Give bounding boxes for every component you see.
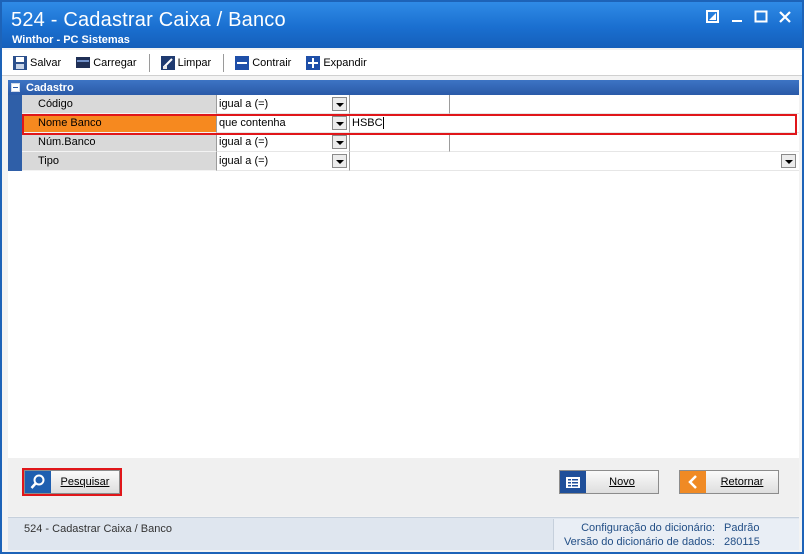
window-subtitle: Winthor - PC Sistemas [12,34,130,46]
new-label: Novo [609,476,635,488]
new-button[interactable]: Novo [559,470,659,494]
config-label: Configuração do dicionário: [581,522,715,534]
title-bar: 524 - Cadastrar Caixa / Banco Winthor - … [2,2,802,48]
status-bar: 524 - Cadastrar Caixa / Banco Configuraç… [8,517,799,550]
toolbar-separator [148,53,150,72]
chevron-down-icon[interactable] [332,135,347,149]
search-label: Pesquisar [60,476,110,488]
operator-select[interactable]: igual a (=) [216,152,349,171]
chevron-down-icon[interactable] [332,97,347,111]
row-gutter [8,114,22,133]
collapse-button[interactable]: Contrair [232,52,293,74]
save-icon [12,55,28,71]
close-icon[interactable] [776,10,794,26]
toolbar: Salvar Carregar Limpar Contrair Expandir [2,50,802,76]
app-window: 524 - Cadastrar Caixa / Banco Winthor - … [0,0,804,554]
status-left-text: 524 - Cadastrar Caixa / Banco [24,523,172,535]
chevron-down-icon[interactable] [781,154,796,168]
expand-button[interactable]: Expandir [303,52,368,74]
button-bar: Pesquisar Novo Retornar [8,458,799,516]
operator-value: que contenha [219,117,286,129]
operator-select[interactable]: igual a (=) [216,133,349,152]
filter-row-tipo: Tipo igual a (=) [8,152,799,171]
operator-value: igual a (=) [219,136,269,148]
search-button[interactable]: Pesquisar [24,470,120,494]
value-select[interactable] [349,152,799,171]
value-input[interactable]: HSBC [349,114,799,133]
filter-row-codigo: Código igual a (=) [8,95,799,114]
expand-label: Expandir [323,56,367,69]
row-gutter [8,133,22,152]
minimize-icon[interactable] [728,10,746,26]
config-value: Padrão [724,522,760,534]
category-title: Cadastro [26,81,74,94]
new-record-icon [560,471,586,493]
expand-icon [305,55,321,71]
maximize-icon[interactable] [752,10,770,26]
status-right-panel: Configuração do dicionário: Padrão Versã… [553,519,799,550]
window-title: 524 - Cadastrar Caixa / Banco [11,9,286,31]
save-button[interactable]: Salvar [10,52,63,74]
operator-value: igual a (=) [219,155,269,167]
clear-label: Limpar [177,56,212,69]
field-label: Tipo [22,152,216,171]
clear-icon [160,55,176,71]
operator-select[interactable]: que contenha [216,114,349,133]
back-button[interactable]: Retornar [679,470,779,494]
version-value: 280115 [724,536,760,548]
grid-empty-area [8,173,799,458]
load-button[interactable]: Carregar [73,52,138,74]
back-arrow-icon [680,471,706,493]
toolbar-separator [223,53,225,72]
field-label: Núm.Banco [22,133,216,152]
load-icon [75,55,91,71]
row-gutter [8,95,22,114]
search-icon [25,471,51,493]
restore-icon[interactable] [704,10,722,26]
value-input[interactable] [349,95,449,114]
filter-row-num-banco: Núm.Banco igual a (=) [8,133,799,152]
text-cursor [382,117,384,130]
field-label: Código [22,95,216,114]
load-label: Carregar [93,56,137,69]
chevron-down-icon[interactable] [332,154,347,168]
back-label: Retornar [720,476,764,488]
version-label: Versão do dicionário de dados: [563,536,715,548]
value-text: HSBC [352,117,383,129]
value-input-secondary[interactable] [449,95,799,114]
save-label: Salvar [30,56,62,69]
collapse-category-icon[interactable] [11,83,20,92]
filter-row-nome-banco: Nome Banco que contenha HSBC [8,114,799,133]
operator-select[interactable]: igual a (=) [216,95,349,114]
operator-value: igual a (=) [219,98,269,110]
field-label: Nome Banco [22,114,216,133]
category-header[interactable]: Cadastro [8,80,799,95]
row-gutter [8,152,22,171]
window-controls [704,10,794,26]
chevron-down-icon[interactable] [332,116,347,130]
filter-grid: Cadastro Código igual a (=) Nome Banco q… [8,80,799,173]
collapse-icon [234,55,250,71]
value-input[interactable] [349,133,449,152]
value-input-secondary[interactable] [449,133,799,152]
collapse-label: Contrair [252,56,292,69]
clear-button[interactable]: Limpar [158,52,214,74]
